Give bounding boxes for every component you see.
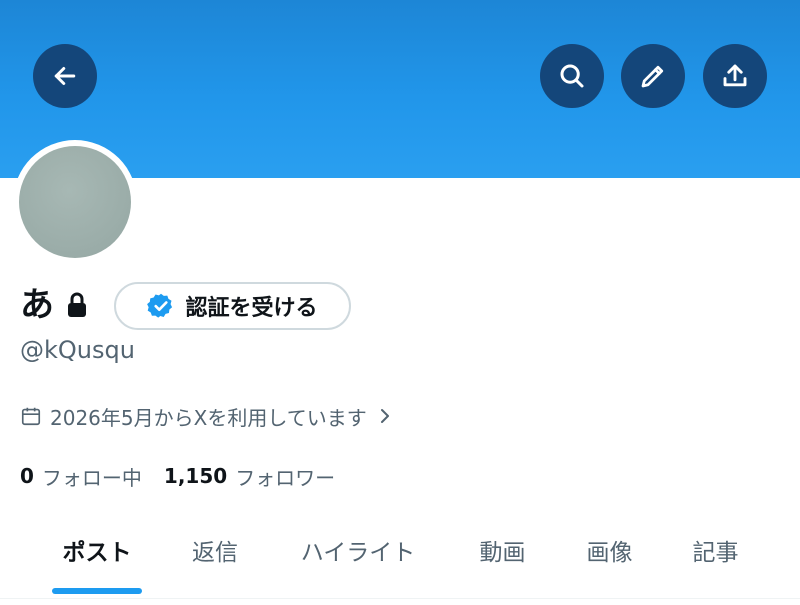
tabs-divider <box>0 598 800 599</box>
profile-tabs: ポスト 返信 ハイライト 動画 画像 記事 <box>0 520 800 600</box>
tab-articles[interactable]: 記事 <box>668 520 763 580</box>
joined-date-row[interactable]: 2026年5月からXを利用しています <box>20 402 393 430</box>
followers-count[interactable]: 1,150 <box>164 464 227 488</box>
joined-date-text: 2026年5月からXを利用しています <box>50 405 367 430</box>
verified-badge-icon <box>147 293 173 318</box>
followers-label[interactable]: フォロワー <box>235 462 335 491</box>
tab-replies[interactable]: 返信 <box>170 520 260 580</box>
following-count[interactable]: 0 <box>20 464 34 488</box>
lock-icon <box>68 292 86 317</box>
share-icon <box>723 64 747 87</box>
profile-handle: @kQusqu <box>20 336 135 364</box>
tab-videos[interactable]: 動画 <box>455 520 550 580</box>
follow-stats: 0 フォロー中 1,150 フォロワー <box>20 462 335 490</box>
pencil-icon <box>641 65 664 88</box>
calendar-icon <box>21 407 41 426</box>
chevron-right-icon <box>380 409 389 423</box>
name-row: あ <box>20 280 88 330</box>
search-icon <box>560 64 584 88</box>
tab-posts[interactable]: ポスト <box>40 520 154 580</box>
get-verified-label: 認証を受ける <box>185 296 318 321</box>
following-label[interactable]: フォロー中 <box>42 462 142 491</box>
tab-highlights[interactable]: ハイライト <box>285 520 431 580</box>
avatar[interactable] <box>19 146 131 258</box>
display-name: あ <box>20 285 54 325</box>
tab-images[interactable]: 画像 <box>562 520 657 580</box>
edit-button[interactable] <box>621 44 685 108</box>
get-verified-button[interactable]: 認証を受ける <box>114 282 351 330</box>
arrow-left-icon <box>54 67 76 85</box>
back-button[interactable] <box>33 44 97 108</box>
active-tab-indicator <box>52 588 142 594</box>
share-button[interactable] <box>703 44 767 108</box>
search-button[interactable] <box>540 44 604 108</box>
